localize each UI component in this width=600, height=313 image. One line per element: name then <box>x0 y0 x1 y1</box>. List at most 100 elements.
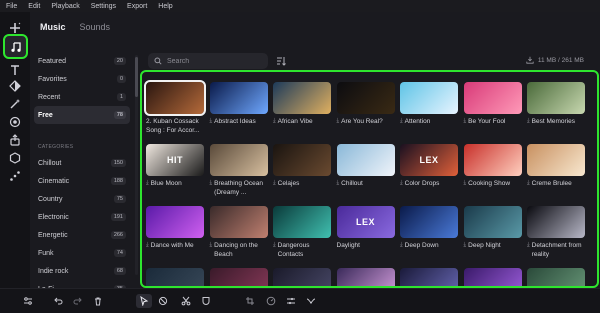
track-thumbnail[interactable] <box>209 82 268 114</box>
category-energetic[interactable]: Energetic 266 <box>34 226 130 244</box>
track-thumbnail[interactable] <box>400 268 458 286</box>
filters-tool-button[interactable] <box>4 148 26 168</box>
crop-button[interactable] <box>244 295 256 307</box>
download-icon[interactable]: ⤓ <box>337 179 340 188</box>
track-card[interactable]: ⤓ Attention <box>400 82 458 126</box>
track-card[interactable]: ⤓ Cooking Show <box>463 144 522 188</box>
category-cinematic[interactable]: Cinematic 188 <box>34 172 130 190</box>
split-button[interactable] <box>180 295 192 307</box>
category-electronic[interactable]: Electronic 191 <box>34 208 130 226</box>
track-thumbnail[interactable] <box>463 82 522 114</box>
search-input[interactable] <box>167 57 267 65</box>
undo-button[interactable] <box>52 295 64 307</box>
track-thumbnail[interactable] <box>527 268 585 286</box>
track-thumbnail[interactable] <box>146 206 204 238</box>
redo-button[interactable] <box>72 295 84 307</box>
track-thumbnail[interactable] <box>209 144 268 176</box>
track-thumbnail[interactable] <box>273 144 331 176</box>
menu-help[interactable]: Help <box>158 3 172 10</box>
download-icon[interactable]: ⤓ <box>527 179 530 188</box>
track-thumbnail[interactable] <box>336 268 395 286</box>
track-card[interactable]: ⤓ Dance with Me <box>146 206 204 250</box>
effects-tool-button[interactable] <box>4 94 26 114</box>
adjust-button[interactable] <box>285 295 297 307</box>
download-icon[interactable]: ⤓ <box>273 241 276 259</box>
track-thumbnail[interactable] <box>527 206 585 238</box>
category-chillout[interactable]: Chillout 150 <box>34 154 130 172</box>
transitions-tool-button[interactable] <box>4 76 26 96</box>
track-thumbnail[interactable] <box>527 82 585 114</box>
track-thumbnail[interactable] <box>273 268 331 286</box>
track-card[interactable] <box>400 268 458 286</box>
delete-button[interactable] <box>92 295 104 307</box>
menu-settings[interactable]: Settings <box>91 3 116 10</box>
track-thumbnail[interactable] <box>463 144 522 176</box>
track-card[interactable] <box>463 268 522 286</box>
download-icon[interactable]: ⤓ <box>210 179 213 197</box>
track-card[interactable]: 2. Kuban Cossack Song : For Accor... <box>144 80 206 135</box>
track-thumbnail[interactable] <box>273 82 331 114</box>
track-card[interactable]: HIT ⤓ Blue Moon <box>146 144 204 188</box>
music-tool-button[interactable] <box>3 34 28 59</box>
track-card[interactable]: ⤓ Abstract Ideas <box>209 82 268 126</box>
track-thumbnail[interactable] <box>209 206 268 238</box>
download-icon[interactable]: ⤓ <box>527 241 530 259</box>
menu-export[interactable]: Export <box>127 3 147 10</box>
download-icon[interactable]: ⤓ <box>337 117 340 126</box>
download-icon[interactable]: ⤓ <box>210 241 213 259</box>
track-card[interactable]: ⤓ Creme Brulee <box>527 144 585 188</box>
track-thumbnail[interactable] <box>400 206 458 238</box>
speed-button[interactable] <box>265 295 277 307</box>
track-card[interactable] <box>527 268 585 286</box>
track-card[interactable]: ⤓ Best Memories <box>527 82 585 126</box>
track-thumbnail[interactable]: HIT <box>146 144 204 176</box>
track-card[interactable]: ⤓ African Vibe <box>273 82 331 126</box>
track-thumbnail[interactable] <box>336 82 395 114</box>
download-icon[interactable]: ⤓ <box>146 241 149 250</box>
track-thumbnail[interactable]: LEX <box>400 144 458 176</box>
category-funk[interactable]: Funk 74 <box>34 244 130 262</box>
razor-tool-button[interactable] <box>157 295 169 307</box>
download-icon[interactable]: ⤓ <box>464 241 467 250</box>
track-card[interactable] <box>209 268 268 286</box>
menu-file[interactable]: File <box>6 3 17 10</box>
track-card[interactable]: ⤓ Are You Real? <box>336 82 395 126</box>
track-card[interactable]: LEX ⤓ Color Drops <box>400 144 458 188</box>
menu-edit[interactable]: Edit <box>28 3 40 10</box>
download-icon[interactable]: ⤓ <box>146 179 149 188</box>
track-thumbnail[interactable] <box>146 268 204 286</box>
track-card[interactable]: ⤓ Detachment from reality <box>527 206 585 259</box>
track-card[interactable]: ⤓ Be Your Fool <box>463 82 522 126</box>
download-icon[interactable]: ⤓ <box>273 117 276 126</box>
category-recent[interactable]: Recent 1 <box>34 88 130 106</box>
track-thumbnail[interactable] <box>400 82 458 114</box>
track-thumbnail[interactable] <box>463 206 522 238</box>
download-icon[interactable]: ⤓ <box>400 179 403 188</box>
track-thumbnail[interactable] <box>336 144 395 176</box>
track-thumbnail[interactable] <box>527 144 585 176</box>
tracks-settings-button[interactable] <box>22 295 34 307</box>
category-featured[interactable]: Featured 20 <box>34 52 130 70</box>
animations-tool-button[interactable] <box>4 166 26 186</box>
track-card[interactable]: ⤓ Deep Night <box>463 206 522 250</box>
sort-button[interactable] <box>275 55 287 67</box>
track-card[interactable]: ⤓ Deep Down <box>400 206 458 250</box>
category-favorites[interactable]: Favorites 0 <box>34 70 130 88</box>
category-free[interactable]: Free 78 <box>34 106 130 124</box>
track-thumbnail[interactable]: LEX <box>336 206 395 238</box>
search-box[interactable] <box>148 53 268 69</box>
track-thumbnail[interactable] <box>273 206 331 238</box>
link-button[interactable] <box>305 295 317 307</box>
category-indie-rock[interactable]: Indie rock 68 <box>34 262 130 280</box>
track-card[interactable]: LEX Daylight <box>336 206 395 250</box>
download-icon[interactable]: ⤓ <box>464 117 467 126</box>
download-icon[interactable]: ⤓ <box>400 241 403 250</box>
track-card[interactable] <box>146 268 204 286</box>
export-tool-button[interactable] <box>4 130 26 150</box>
stickers-tool-button[interactable] <box>4 112 26 132</box>
mask-button[interactable] <box>200 295 212 307</box>
category-scrollbar-thumb[interactable] <box>135 57 138 97</box>
download-icon[interactable]: ⤓ <box>400 117 403 126</box>
category-country[interactable]: Country 75 <box>34 190 130 208</box>
track-card[interactable]: ⤓ Dancing on the Beach <box>209 206 268 259</box>
